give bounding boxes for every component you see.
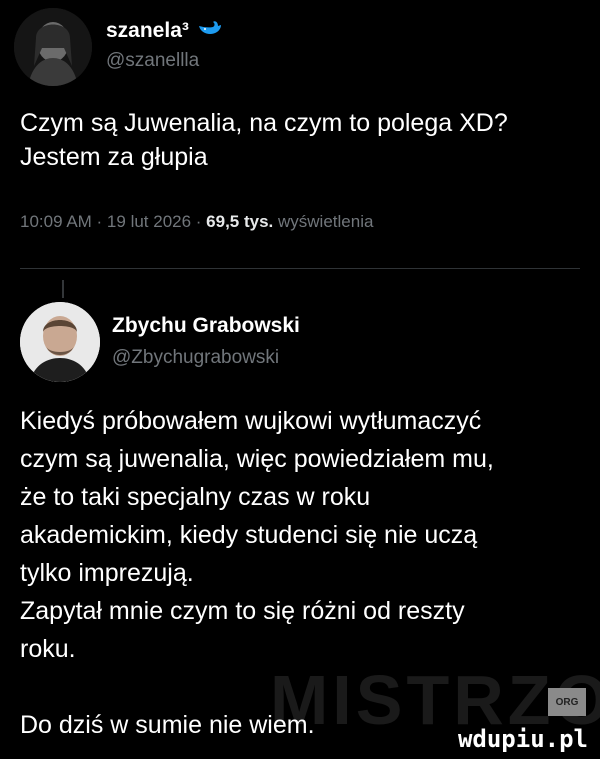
avatar[interactable]	[20, 302, 100, 382]
tweet-meta: 10:09 AM · 19 lut 2026 · 69,5 tys. wyświ…	[20, 212, 373, 232]
thread-line	[62, 280, 64, 298]
timestamp[interactable]: 10:09 AM · 19 lut 2026 ·	[20, 212, 206, 231]
tweet-text: Czym są Juwenalia, na czym to polega XD?…	[20, 109, 508, 171]
user-handle[interactable]: @szanellla	[106, 50, 199, 72]
view-count: 69,5 tys.	[206, 212, 274, 231]
display-name[interactable]: Zbychu Grabowski	[112, 314, 300, 338]
avatar-photo-icon	[14, 8, 92, 86]
whale-icon	[197, 18, 223, 44]
display-name[interactable]: szanela³	[106, 18, 223, 44]
user-handle[interactable]: @Zbychugrabowski	[112, 347, 279, 369]
watermark-org-badge: ORG	[548, 688, 586, 716]
watermark-site: wdupiu.pl	[457, 725, 588, 753]
avatar-photo-icon	[20, 302, 100, 382]
divider	[20, 268, 580, 269]
avatar[interactable]	[14, 8, 92, 86]
view-label: wyświetlenia	[273, 212, 374, 231]
